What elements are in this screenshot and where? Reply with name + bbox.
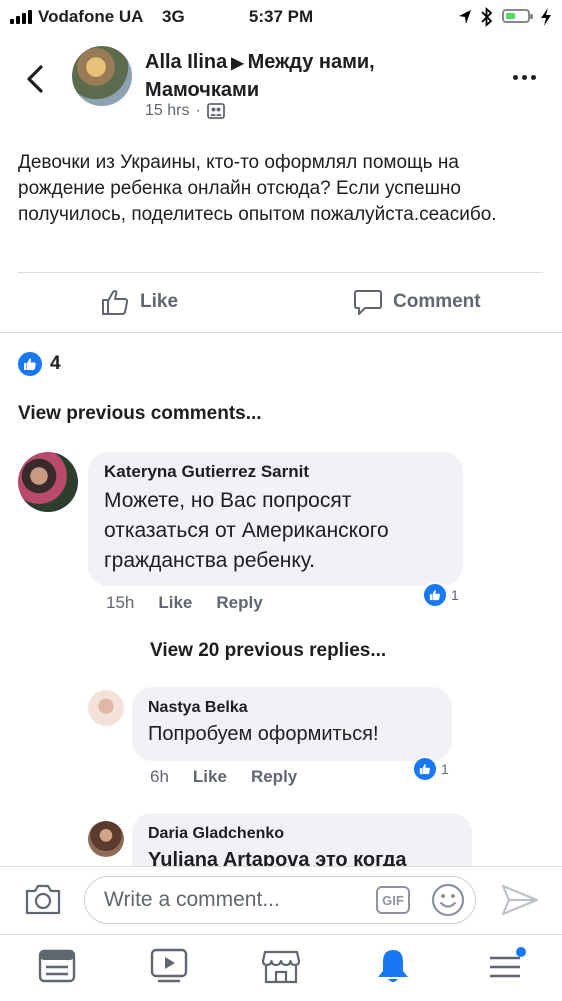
author-name[interactable]: Alla Ilina [145, 51, 227, 73]
camera-icon[interactable] [24, 882, 62, 916]
post-author-line: Alla Ilina ▶ Между нами, Мамочками [145, 49, 485, 103]
send-icon[interactable] [500, 882, 540, 918]
comment-reply-button[interactable]: Reply [216, 593, 262, 613]
tab-menu[interactable] [485, 946, 526, 986]
group-privacy-icon [206, 103, 225, 119]
view-previous-replies[interactable]: View 20 previous replies... [150, 640, 386, 662]
like-reaction-icon [412, 756, 438, 782]
replier-avatar[interactable] [88, 690, 124, 726]
comment-text: Можете, но Вас попросят отказаться от Ам… [104, 489, 389, 572]
comment-reactions[interactable]: 1 [422, 582, 459, 608]
commenter-avatar[interactable] [18, 452, 78, 512]
comment-meta: 15h Like Reply [106, 593, 263, 613]
location-icon [459, 10, 471, 24]
reply-like-button[interactable]: Like [193, 767, 227, 787]
news-feed-icon [38, 949, 76, 983]
like-label: Like [140, 291, 179, 312]
like-reaction-icon [422, 582, 448, 608]
comment-bubble: Kateryna Gutierrez Sarnit Можете, но Вас… [88, 452, 463, 586]
back-icon[interactable] [22, 64, 48, 94]
comment-time[interactable]: 15h [106, 593, 134, 613]
video-icon [150, 948, 188, 983]
comment-bubble-icon [354, 290, 382, 315]
commenter-name[interactable]: Kateryna Gutierrez Sarnit [104, 462, 447, 482]
reply-meta: 6h Like Reply [150, 767, 297, 787]
reply-reply-button[interactable]: Reply [251, 767, 297, 787]
marketplace-icon [262, 950, 300, 984]
replier-avatar[interactable] [88, 821, 124, 857]
bell-icon [378, 950, 408, 982]
reply-time[interactable]: 6h [150, 767, 169, 787]
like-thumb-icon [102, 290, 129, 315]
divider [0, 332, 562, 333]
comment-like-button[interactable]: Like [158, 593, 192, 613]
divider [18, 272, 543, 273]
tab-news-feed[interactable] [37, 946, 77, 986]
more-options-icon[interactable] [513, 75, 536, 80]
comment-input-placeholder: Write a comment... [104, 888, 280, 911]
reply-bubble: Nastya Belka Попробуем оформиться! [132, 687, 452, 761]
charging-icon [541, 8, 551, 26]
gif-button[interactable]: GIF [376, 886, 410, 914]
emoji-icon[interactable] [430, 882, 466, 918]
reaction-summary[interactable]: 4 [18, 352, 61, 376]
reply-reactions[interactable]: 1 [412, 756, 449, 782]
separator-arrow: ▶ [231, 55, 244, 72]
post-meta: 15 hrs · [145, 102, 225, 120]
post-text: Девочки из Украины, кто-то оформлял помо… [18, 152, 497, 225]
post-time[interactable]: 15 hrs [145, 102, 189, 120]
status-bar: Vodafone UA 3G 5:37 PM [0, 0, 562, 34]
like-reaction-icon [18, 352, 42, 376]
replier-name[interactable]: Nastya Belka [148, 699, 436, 717]
meta-dot: · [195, 102, 201, 119]
tab-marketplace[interactable] [261, 946, 301, 986]
notification-dot [516, 947, 526, 957]
like-button[interactable]: Like [100, 287, 178, 317]
comment-label: Comment [393, 291, 481, 312]
reaction-count: 4 [50, 353, 61, 374]
tab-watch[interactable] [149, 946, 189, 986]
reply-text: Попробуем оформиться! [148, 723, 379, 745]
author-avatar[interactable] [72, 46, 132, 106]
comment-button[interactable]: Comment [353, 287, 481, 317]
bluetooth-icon [481, 7, 492, 27]
status-time: 5:37 PM [248, 7, 314, 26]
view-previous-comments[interactable]: View previous comments... [18, 403, 262, 425]
reply-reaction-count: 1 [441, 761, 449, 777]
comment-reaction-count: 1 [451, 587, 459, 603]
tab-notifications[interactable] [373, 946, 413, 986]
replier-name[interactable]: Daria Gladchenko [148, 825, 456, 843]
battery-icon [502, 9, 533, 23]
